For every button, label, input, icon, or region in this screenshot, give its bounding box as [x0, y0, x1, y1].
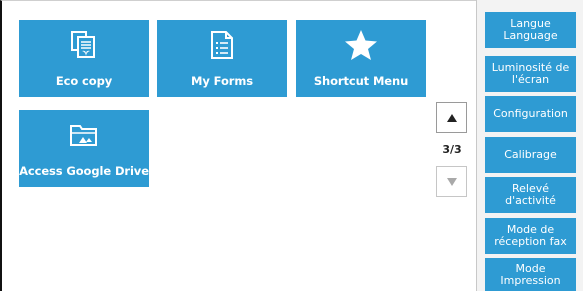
page-indicator: 3/3 [442, 143, 462, 156]
page-down-button[interactable] [436, 166, 467, 197]
tile-label: Shortcut Menu [313, 74, 409, 88]
sidebar-item-fax-receive-mode[interactable]: Mode de réception fax [485, 218, 576, 254]
sidebar-item-brightness[interactable]: Luminosité de l'écran [485, 56, 576, 92]
sidebar-item-configuration[interactable]: Configuration [485, 96, 576, 132]
star-icon [344, 29, 378, 61]
tile-label: Access Google Drive [19, 164, 149, 178]
sidebar-item-language[interactable]: Langue Language [485, 12, 576, 48]
arrow-down-icon [446, 177, 457, 186]
tile-label: Eco copy [55, 74, 113, 88]
tile-shortcut-menu[interactable]: Shortcut Menu [296, 20, 426, 97]
forms-icon [209, 29, 235, 61]
sidebar-item-calibration[interactable]: Calibrage [485, 137, 576, 173]
arrow-up-icon [446, 113, 457, 122]
tile-access-google-drive[interactable]: Access Google Drive [19, 110, 149, 187]
tile-eco-copy[interactable]: Eco copy [19, 20, 149, 97]
sidebar-item-print-mode[interactable]: Mode Impression [485, 258, 576, 291]
folder-icon [69, 119, 99, 151]
eco-copy-icon [70, 29, 98, 61]
page-up-button[interactable] [436, 102, 467, 133]
tile-label: My Forms [191, 74, 253, 88]
tile-my-forms[interactable]: My Forms [157, 20, 287, 97]
sidebar-item-activity-report[interactable]: Relevé d'activité [485, 177, 576, 213]
settings-sidebar: Langue Language Luminosité de l'écran Co… [476, 0, 583, 291]
